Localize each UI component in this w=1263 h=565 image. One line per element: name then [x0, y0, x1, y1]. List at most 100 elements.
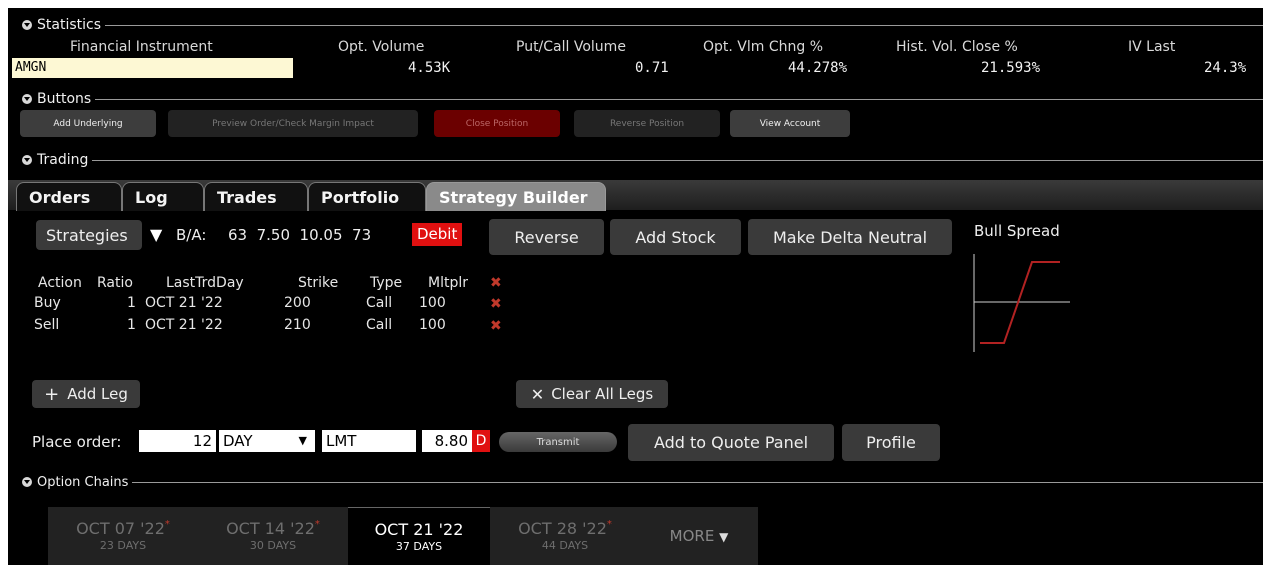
close-icon: ✕ [530, 384, 545, 404]
chain-date: OCT 21 '22 [374, 520, 464, 539]
chain-more-button[interactable]: MORE ▼ [640, 507, 758, 565]
tif-select[interactable]: DAY ▼ [219, 430, 315, 452]
value-put-call-volume: 0.71 [635, 60, 669, 76]
leg-header-type: Type [370, 275, 403, 291]
more-label: MORE [669, 527, 715, 545]
divider [105, 24, 1263, 26]
view-account-button[interactable]: View Account [730, 110, 850, 137]
header-opt-volume: Opt. Volume [338, 39, 425, 55]
divider [92, 159, 1263, 161]
add-to-quote-panel-button[interactable]: Add to Quote Panel [628, 424, 834, 461]
make-delta-neutral-button[interactable]: Make Delta Neutral [748, 219, 952, 255]
leg-header-action: Action [38, 275, 82, 291]
close-position-button[interactable]: Close Position [434, 110, 560, 137]
chevron-down-icon[interactable]: ▼ [299, 430, 307, 452]
strategies-dropdown[interactable]: Strategies [36, 220, 142, 250]
leg-action: Sell [34, 317, 60, 333]
value-iv-last: 24.3% [1204, 60, 1247, 76]
leg-multiplier: 100 [419, 317, 446, 333]
transmit-button[interactable]: Transmit [499, 432, 617, 452]
chain-days: 30 DAYS [249, 539, 297, 552]
chain-tab-oct-14[interactable]: OCT 14 '22* 30 DAYS [198, 507, 348, 565]
chain-date: OCT 07 '22 [76, 519, 165, 538]
section-header-option-chains[interactable]: Option Chains [8, 473, 1263, 491]
value-opt-volume: 4.53K [408, 60, 451, 76]
leg-ratio: 1 [127, 317, 136, 333]
payoff-diagram [973, 254, 1070, 352]
leg-header-mltplr: Mltplr [428, 275, 468, 291]
debit-badge: Debit [412, 223, 463, 246]
section-header-trading[interactable]: Trading [8, 151, 1263, 169]
chain-date: OCT 28 '22 [518, 519, 607, 538]
tab-trades[interactable]: Trades [204, 182, 308, 212]
chevron-down-icon: ▼ [719, 530, 729, 544]
divider [132, 481, 1263, 483]
collapse-triangle-icon[interactable] [22, 94, 32, 104]
header-hist-vol: Hist. Vol. Close % [896, 39, 1018, 55]
collapse-triangle-icon[interactable] [22, 155, 32, 165]
bid-ask-values: 63 7.50 10.05 73 [228, 226, 372, 244]
star-icon: * [314, 519, 320, 530]
quantity-input[interactable]: 12 [139, 430, 216, 452]
add-stock-button[interactable]: Add Stock [610, 219, 741, 255]
value-hist-vol: 21.593% [981, 60, 1041, 76]
chain-tab-oct-21[interactable]: OCT 21 '22 37 DAYS [348, 507, 490, 565]
chain-days: 37 DAYS [395, 540, 443, 553]
header-financial-instrument: Financial Instrument [70, 39, 213, 55]
add-leg-button[interactable]: + Add Leg [32, 380, 140, 408]
remove-x-icon[interactable]: ✖ [490, 318, 502, 334]
leg-header-lasttrdday: LastTrdDay [166, 275, 244, 291]
leg-ratio: 1 [127, 295, 136, 311]
leg-lasttrdday: OCT 21 '22 [145, 317, 223, 333]
profile-button[interactable]: Profile [842, 424, 940, 461]
instrument-field[interactable]: AMGN [12, 58, 293, 78]
remove-x-icon[interactable]: ✖ [490, 296, 502, 312]
payoff-chart-title: Bull Spread [974, 222, 1060, 240]
collapse-triangle-icon[interactable] [22, 20, 32, 30]
place-order-label: Place order: [32, 433, 122, 451]
header-put-call-volume: Put/Call Volume [516, 39, 626, 55]
strategies-label: Strategies [46, 225, 128, 245]
clear-all-legs-button[interactable]: ✕ Clear All Legs [516, 380, 668, 408]
chain-date: OCT 14 '22 [226, 519, 315, 538]
leg-multiplier: 100 [419, 295, 446, 311]
leg-header-ratio: Ratio [97, 275, 133, 291]
leg-lasttrdday: OCT 21 '22 [145, 295, 223, 311]
section-header-buttons[interactable]: Buttons [8, 90, 1263, 108]
tab-portfolio[interactable]: Portfolio [308, 182, 426, 212]
preview-order-button[interactable]: Preview Order/Check Margin Impact [168, 110, 418, 137]
add-underlying-button[interactable]: Add Underlying [20, 110, 156, 137]
bid-ask-label: B/A: [176, 226, 207, 244]
remove-x-icon[interactable]: ✖ [490, 275, 502, 291]
tab-orders[interactable]: Orders [16, 182, 122, 212]
value-opt-vlm-chng: 44.278% [788, 60, 848, 76]
chain-days: 44 DAYS [541, 539, 589, 552]
limit-price-input[interactable]: 8.80 [422, 430, 472, 452]
leg-action: Buy [34, 295, 61, 311]
leg-type: Call [366, 317, 393, 333]
chain-tab-oct-07[interactable]: OCT 07 '22* 23 DAYS [48, 507, 198, 565]
plus-icon: + [44, 383, 60, 405]
collapse-triangle-icon[interactable] [22, 477, 32, 487]
leg-type: Call [366, 295, 393, 311]
leg-strike: 210 [284, 317, 311, 333]
order-type-input[interactable]: LMT [322, 430, 416, 452]
header-iv-last: IV Last [1128, 39, 1176, 55]
leg-strike: 200 [284, 295, 311, 311]
price-debit-flag: D [472, 430, 490, 452]
section-title: Buttons [37, 91, 92, 107]
tif-value: DAY [223, 432, 253, 450]
chevron-down-icon[interactable]: ▼ [150, 225, 162, 244]
section-title: Trading [37, 152, 89, 168]
chain-tab-oct-28[interactable]: OCT 28 '22* 44 DAYS [490, 507, 640, 565]
reverse-button[interactable]: Reverse [489, 219, 604, 255]
header-opt-vlm-chng: Opt. Vlm Chng % [703, 39, 824, 55]
app-window: Statistics Financial Instrument Opt. Vol… [8, 8, 1263, 565]
tab-log[interactable]: Log [122, 182, 204, 212]
section-title: Option Chains [37, 474, 129, 490]
leg-header-strike: Strike [298, 275, 339, 291]
section-header-statistics[interactable]: Statistics [8, 16, 1263, 34]
reverse-position-button[interactable]: Reverse Position [574, 110, 720, 137]
tab-strategy-builder[interactable]: Strategy Builder [426, 182, 606, 212]
star-icon: * [606, 519, 612, 530]
